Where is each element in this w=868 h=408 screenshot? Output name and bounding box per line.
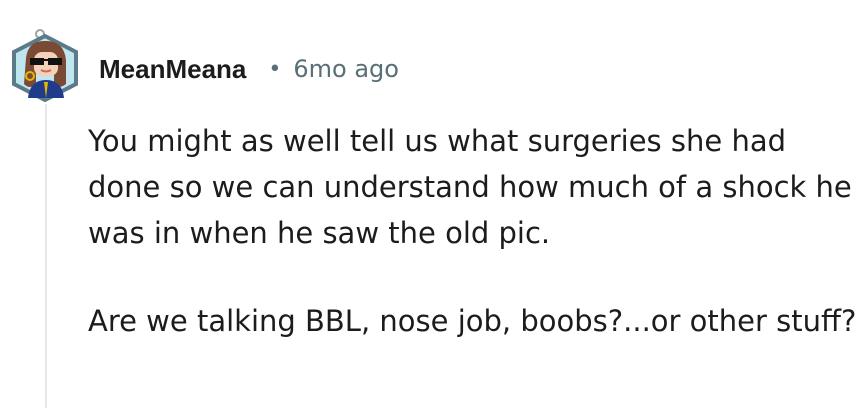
username-link[interactable]: MeanMeana bbox=[99, 54, 246, 85]
separator-dot: • bbox=[268, 56, 282, 82]
thread-line[interactable] bbox=[45, 104, 47, 408]
avatar-icon bbox=[12, 29, 78, 103]
comment-body: You might as well tell us what surgeries… bbox=[88, 118, 863, 344]
comment-header: MeanMeana • 6mo ago bbox=[99, 52, 399, 86]
comment-paragraph: You might as well tell us what surgeries… bbox=[88, 124, 852, 250]
timestamp[interactable]: 6mo ago bbox=[293, 55, 399, 83]
comment-paragraph: Are we talking BBL, nose job, boobs?...o… bbox=[88, 304, 857, 338]
avatar[interactable] bbox=[8, 28, 82, 104]
